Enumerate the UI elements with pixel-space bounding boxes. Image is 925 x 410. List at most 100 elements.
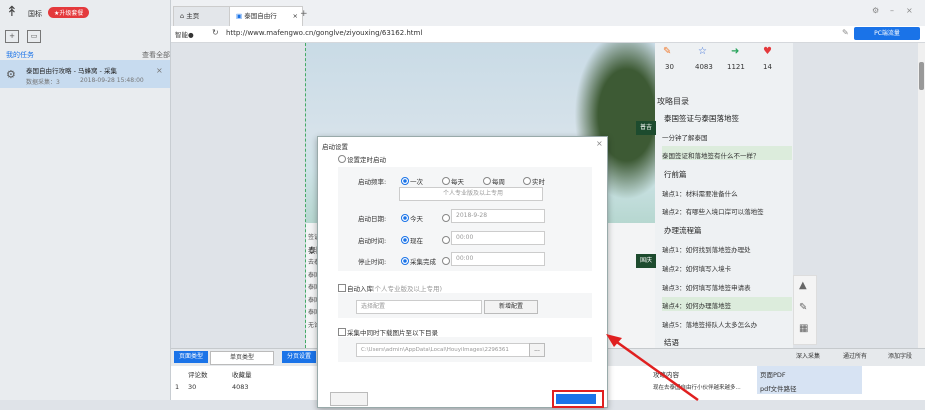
toc-item[interactable]: 办理流程篇 xyxy=(664,225,702,236)
pencil-icon[interactable]: ✎ xyxy=(799,302,807,313)
edit-icon[interactable]: ✎ xyxy=(663,47,673,57)
comment-count: 30 xyxy=(665,63,674,71)
view-all-link[interactable]: 查看全部 xyxy=(142,50,170,60)
browse-button[interactable]: ... xyxy=(529,343,545,357)
highlight-box xyxy=(552,390,604,408)
image-path-input[interactable]: C:\Users\admin\AppData\Local\HouyiImages… xyxy=(356,343,530,357)
single-type-select[interactable]: 单页类型 xyxy=(210,351,274,365)
toc-item[interactable]: 瑞点1：材料需要准备什么 xyxy=(662,188,738,198)
table-header[interactable]: 页面PDF xyxy=(760,369,786,379)
auto-db-hint: (个人专业版及以上专用) xyxy=(372,285,443,293)
share-count: 1121 xyxy=(727,63,745,71)
page-settings-button[interactable]: 分页设置 xyxy=(282,351,316,363)
toc-item[interactable]: 一分钟了解泰国 xyxy=(662,132,708,142)
toc-item[interactable]: 瑞点2：如何填写入境卡 xyxy=(662,263,731,273)
tab-home[interactable]: ⌂ 主页 xyxy=(173,6,231,27)
date-today-radio[interactable] xyxy=(401,214,409,222)
freq-once-label: 一次 xyxy=(410,178,423,186)
freq-once-radio[interactable] xyxy=(401,177,409,185)
stop-complete-label: 采集完成 xyxy=(410,258,436,266)
freq-daily-label: 每天 xyxy=(451,178,464,186)
qrcode-icon[interactable]: ▦ xyxy=(799,323,808,334)
toc-item[interactable]: 泰国签证与泰国落地签 xyxy=(664,113,739,124)
table-cell: pdf文件路径 xyxy=(760,385,797,393)
toc-item[interactable]: 瑞点3：如何填写落地签申请表 xyxy=(662,282,751,292)
stop-input[interactable]: 00:00 xyxy=(451,252,545,266)
toc-title: 攻略目录 xyxy=(657,97,689,106)
close-icon[interactable]: × xyxy=(156,66,163,75)
freq-hint: 个人专业版及以上专用 xyxy=(399,187,543,201)
schedule-toggle[interactable] xyxy=(338,155,346,163)
time-input[interactable]: 00:00 xyxy=(451,231,545,245)
task-count: 数据采集：3 xyxy=(26,79,60,86)
dialog-title: 启动设置 xyxy=(322,143,348,151)
toc-item[interactable]: 行前篇 xyxy=(664,169,687,180)
app-logo-icon: ↟ xyxy=(6,4,18,20)
task-title: 泰国自由行攻略 - 马蜂窝 - 采集 xyxy=(26,67,117,75)
date-custom-radio[interactable] xyxy=(442,214,450,222)
cancel-button[interactable] xyxy=(330,392,368,406)
freq-daily-radio[interactable] xyxy=(442,177,450,185)
time-custom-radio[interactable] xyxy=(442,236,450,244)
stop-custom-radio[interactable] xyxy=(442,257,450,265)
freq-label: 启动频率: xyxy=(358,178,387,186)
my-tasks-label: 我的任务 xyxy=(6,51,34,59)
toc-item[interactable]: 瑞点1：如何找到落地签办理处 xyxy=(662,244,751,254)
close-icon[interactable]: × xyxy=(596,139,603,148)
toc-item[interactable]: 瑞点2：有哪些入境口岸可以落地签 xyxy=(662,206,764,216)
time-now-radio[interactable] xyxy=(401,236,409,244)
download-images-label: 采集中同时下载图片至以下目录 xyxy=(347,329,438,337)
back-to-top-icon[interactable]: ▲ xyxy=(799,280,807,291)
scrollbar-thumb[interactable] xyxy=(919,62,924,90)
page-icon: ▣ xyxy=(236,12,245,20)
edit-icon[interactable]: ✎ xyxy=(842,28,849,37)
add-tab-button[interactable]: + xyxy=(300,9,308,19)
auto-db-checkbox[interactable] xyxy=(338,284,346,292)
new-config-button[interactable]: 新增配置 xyxy=(484,300,538,314)
freq-weekly-radio[interactable] xyxy=(483,177,491,185)
filter-all-button[interactable]: 通过所有 xyxy=(838,351,872,363)
table-header[interactable]: 收藏量 xyxy=(232,369,252,379)
share-icon[interactable]: ➜ xyxy=(731,47,741,57)
robot-icon: ⚙ xyxy=(6,68,16,81)
date-label: 启动日期: xyxy=(358,215,387,223)
new-folder-icon[interactable]: ▭ xyxy=(27,30,41,43)
page-type-button[interactable]: 页面类型 xyxy=(174,351,208,363)
schedule-label: 设置定时启动 xyxy=(347,156,386,164)
mode-dropdown[interactable]: 智能● xyxy=(175,29,194,39)
section-band: 普吉 xyxy=(636,121,656,135)
username[interactable]: 国标 xyxy=(28,9,42,19)
time-now-label: 现在 xyxy=(410,237,423,245)
pc-traffic-button[interactable]: PC端流量 xyxy=(854,27,920,40)
annotation-arrow xyxy=(606,334,699,402)
date-today-label: 今天 xyxy=(410,215,423,223)
task-time: 2018-09-28 15:48:00 xyxy=(80,77,144,84)
section-band: 国庆 xyxy=(636,254,656,268)
url-input[interactable]: http://www.mafengwo.cn/gonglve/ziyouxing… xyxy=(226,29,422,37)
minimize-icon[interactable]: – xyxy=(890,6,894,15)
stop-complete-radio[interactable] xyxy=(401,257,409,265)
tab-task[interactable]: ▣ 泰国自由行 × xyxy=(229,6,303,27)
toc-item[interactable]: 泰国签证和落地签有什么不一样？ xyxy=(662,150,760,160)
date-input[interactable]: 2018-9-28 xyxy=(451,209,545,223)
table-cell: 4083 xyxy=(232,383,249,391)
download-images-checkbox[interactable] xyxy=(338,328,346,336)
star-icon[interactable]: ☆ xyxy=(698,47,708,57)
config-select[interactable]: 选择配置 xyxy=(356,300,482,314)
deep-collect-button[interactable]: 深入采集 xyxy=(788,351,828,363)
freq-realtime-radio[interactable] xyxy=(523,177,531,185)
favorite-count: 4083 xyxy=(695,63,713,71)
like-count: 14 xyxy=(763,63,772,71)
freq-weekly-label: 每周 xyxy=(492,178,505,186)
settings-icon[interactable]: ⚙ xyxy=(872,6,879,15)
window-close-icon[interactable]: × xyxy=(906,6,913,15)
tab-close-icon[interactable]: × xyxy=(293,7,298,25)
upgrade-button[interactable]: ★升级套餐 xyxy=(48,7,90,18)
table-cell: 30 xyxy=(188,383,197,391)
stop-label: 停止时间: xyxy=(358,258,387,266)
table-header[interactable]: 评论数 xyxy=(188,369,208,379)
add-field-button[interactable]: 添加字段 xyxy=(880,351,920,363)
new-task-icon[interactable]: + xyxy=(5,30,19,43)
like-icon[interactable]: ♥ xyxy=(763,47,773,57)
refresh-icon[interactable]: ↻ xyxy=(212,28,219,37)
